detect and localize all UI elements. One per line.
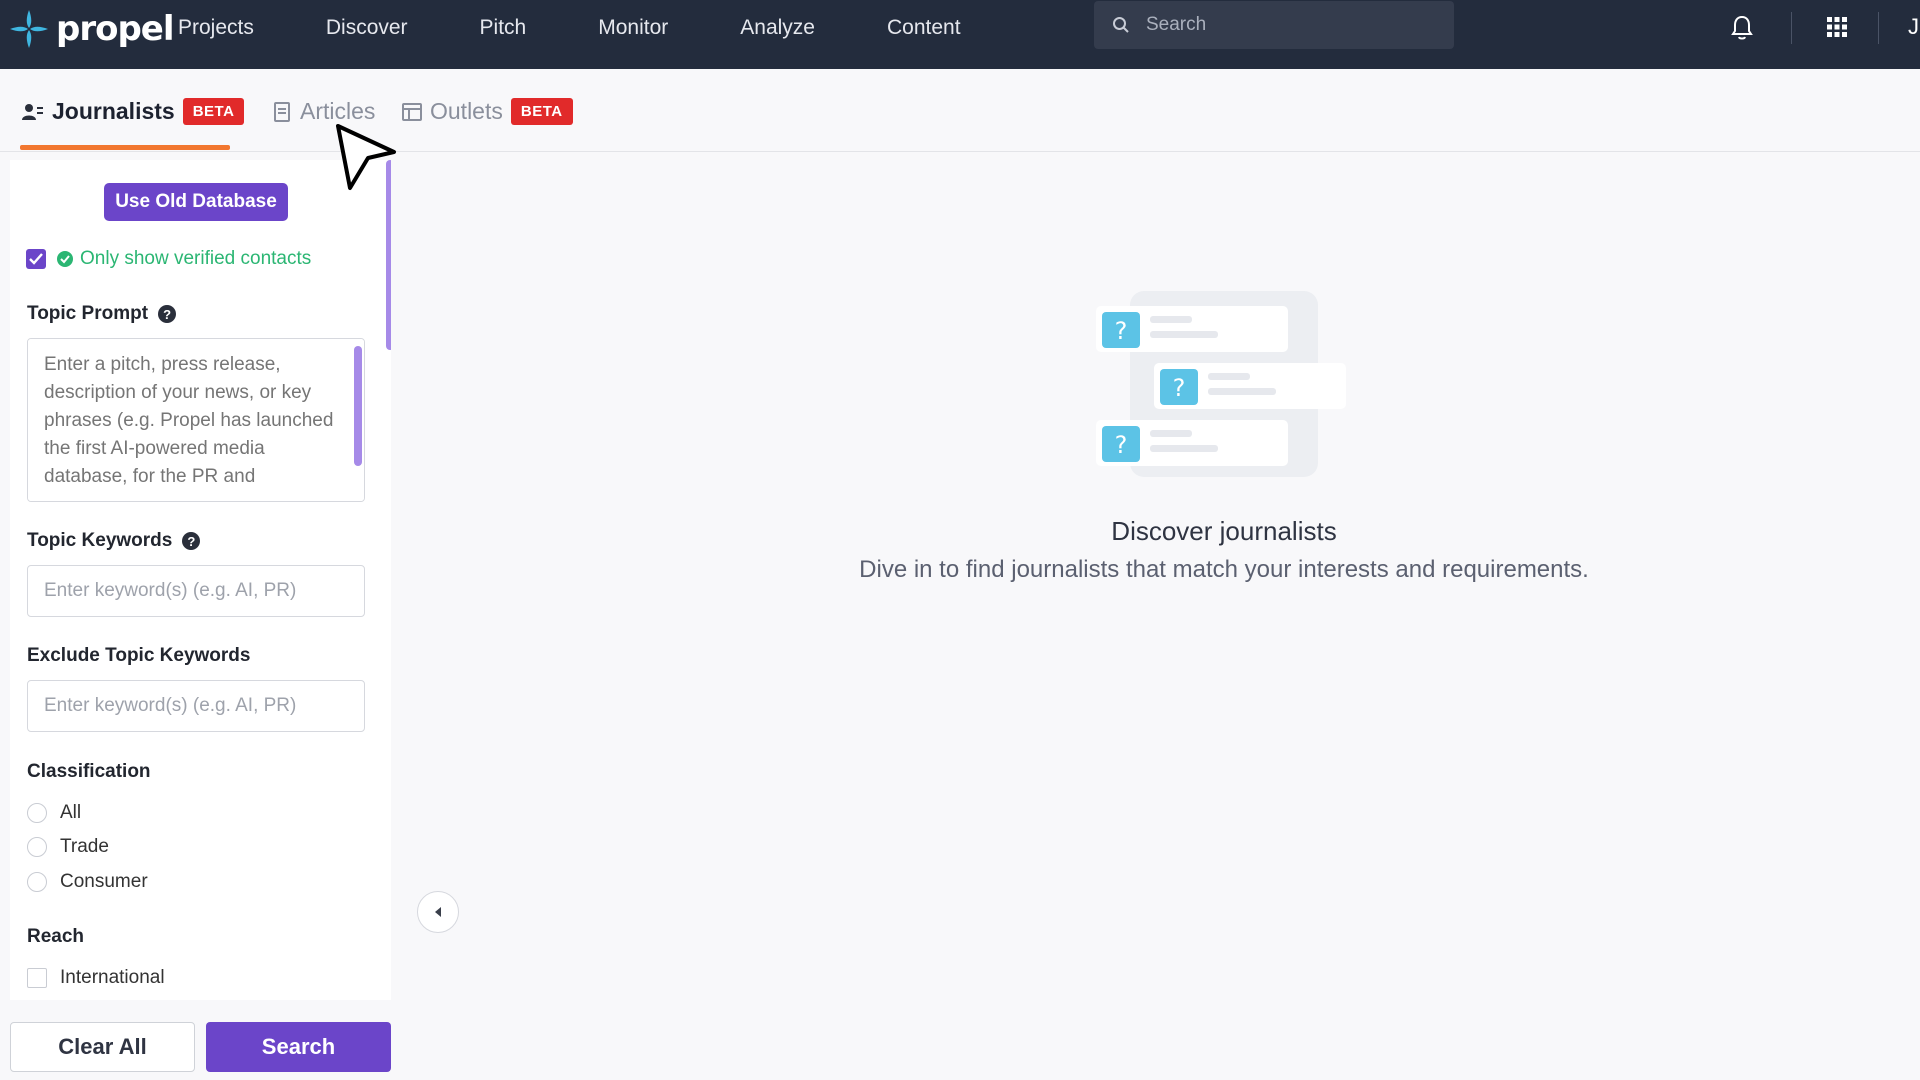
article-icon xyxy=(274,101,290,122)
apps-grid-icon[interactable] xyxy=(1826,16,1848,38)
radio-label: Consumer xyxy=(60,871,148,892)
use-old-database-button[interactable]: Use Old Database xyxy=(104,183,288,221)
nav-pitch[interactable]: Pitch xyxy=(480,16,527,40)
discover-tabs: Journalists BETA Articles Outlets BETA xyxy=(0,90,1920,152)
nav-discover[interactable]: Discover xyxy=(326,16,408,40)
tab-journalists[interactable]: Journalists BETA xyxy=(22,98,245,125)
beta-badge: BETA xyxy=(182,98,245,125)
nav-content[interactable]: Content xyxy=(887,16,961,40)
tab-articles[interactable]: Articles xyxy=(274,98,375,125)
radio-button[interactable] xyxy=(27,872,47,892)
checkbox[interactable] xyxy=(27,968,47,988)
tab-label: Articles xyxy=(300,98,376,124)
main-nav: Projects Discover Pitch Monitor Analyze … xyxy=(178,0,1033,56)
brand-name: propel xyxy=(56,9,175,49)
reach-option-international[interactable]: International xyxy=(27,967,165,989)
nav-divider xyxy=(1791,12,1792,44)
classification-option-all[interactable]: All xyxy=(27,802,81,824)
verified-checkbox[interactable] xyxy=(26,249,46,269)
tab-outlets[interactable]: Outlets BETA xyxy=(402,98,573,125)
checkbox-label: International xyxy=(60,967,165,988)
topic-keywords-label: Topic Keywords xyxy=(27,530,173,551)
tab-label: Outlets xyxy=(430,98,503,124)
outlet-icon xyxy=(402,102,422,121)
empty-state-subtitle: Dive in to find journalists that match y… xyxy=(859,556,1589,583)
verified-label: Only show verified contacts xyxy=(80,248,312,269)
bell-icon[interactable] xyxy=(1730,14,1754,42)
textarea-scrollbar[interactable] xyxy=(354,346,362,466)
radio-button[interactable] xyxy=(27,837,47,857)
radio-button[interactable] xyxy=(27,803,47,823)
mouse-cursor-icon xyxy=(336,124,396,190)
journalist-icon xyxy=(22,103,43,120)
nav-projects[interactable]: Projects xyxy=(178,16,254,40)
chevron-left-icon xyxy=(435,907,441,917)
reach-label: Reach xyxy=(27,926,85,947)
active-tab-indicator xyxy=(20,145,230,150)
exclude-keywords-input[interactable] xyxy=(27,680,365,732)
filter-sidebar: Use Old Database Only show verified cont… xyxy=(10,160,391,1000)
empty-state-illustration: ? ? ? xyxy=(1096,291,1346,477)
classification-heading: Classification xyxy=(27,761,151,783)
verified-badge-icon xyxy=(57,251,73,267)
exclude-keywords-heading: Exclude Topic Keywords xyxy=(27,645,250,667)
classification-option-consumer[interactable]: Consumer xyxy=(27,871,148,893)
top-nav-bar: propel Projects Discover Pitch Monitor A… xyxy=(0,0,1920,69)
tab-label: Journalists xyxy=(52,98,175,124)
clear-all-button[interactable]: Clear All xyxy=(10,1022,195,1072)
check-icon xyxy=(29,253,43,265)
nav-analyze[interactable]: Analyze xyxy=(740,16,815,40)
svg-text:?: ? xyxy=(1173,374,1186,402)
topic-prompt-heading: Topic Prompt ? xyxy=(27,303,177,325)
search-button[interactable]: Search xyxy=(206,1022,391,1072)
help-icon[interactable]: ? xyxy=(158,305,177,323)
user-avatar[interactable]: J xyxy=(1908,14,1919,40)
global-search-input[interactable] xyxy=(1146,14,1446,36)
radio-label: All xyxy=(60,802,82,823)
global-search[interactable] xyxy=(1094,1,1454,49)
topic-prompt-input[interactable] xyxy=(27,338,365,502)
exclude-keywords-label: Exclude Topic Keywords xyxy=(27,645,251,666)
empty-state-title: Discover journalists xyxy=(1111,516,1337,546)
nav-divider xyxy=(1878,12,1879,44)
svg-text:?: ? xyxy=(1115,431,1128,459)
topic-keywords-input[interactable] xyxy=(27,565,365,617)
verified-contacts-toggle[interactable]: Only show verified contacts xyxy=(26,248,311,270)
classification-label: Classification xyxy=(27,761,151,782)
topic-prompt-label: Topic Prompt xyxy=(27,303,149,324)
help-icon[interactable]: ? xyxy=(182,532,201,550)
propel-logo[interactable]: propel xyxy=(6,6,175,52)
nav-monitor[interactable]: Monitor xyxy=(598,16,668,40)
propel-logo-icon xyxy=(10,10,48,48)
search-icon xyxy=(1113,17,1129,33)
reach-heading: Reach xyxy=(27,926,84,948)
beta-badge: BETA xyxy=(510,98,573,125)
topic-keywords-heading: Topic Keywords ? xyxy=(27,530,201,552)
radio-label: Trade xyxy=(60,836,109,857)
sidebar-footer: Clear All Search xyxy=(10,1010,391,1074)
svg-text:?: ? xyxy=(1115,317,1128,345)
classification-option-trade[interactable]: Trade xyxy=(27,836,109,858)
collapse-sidebar-button[interactable] xyxy=(417,891,459,933)
